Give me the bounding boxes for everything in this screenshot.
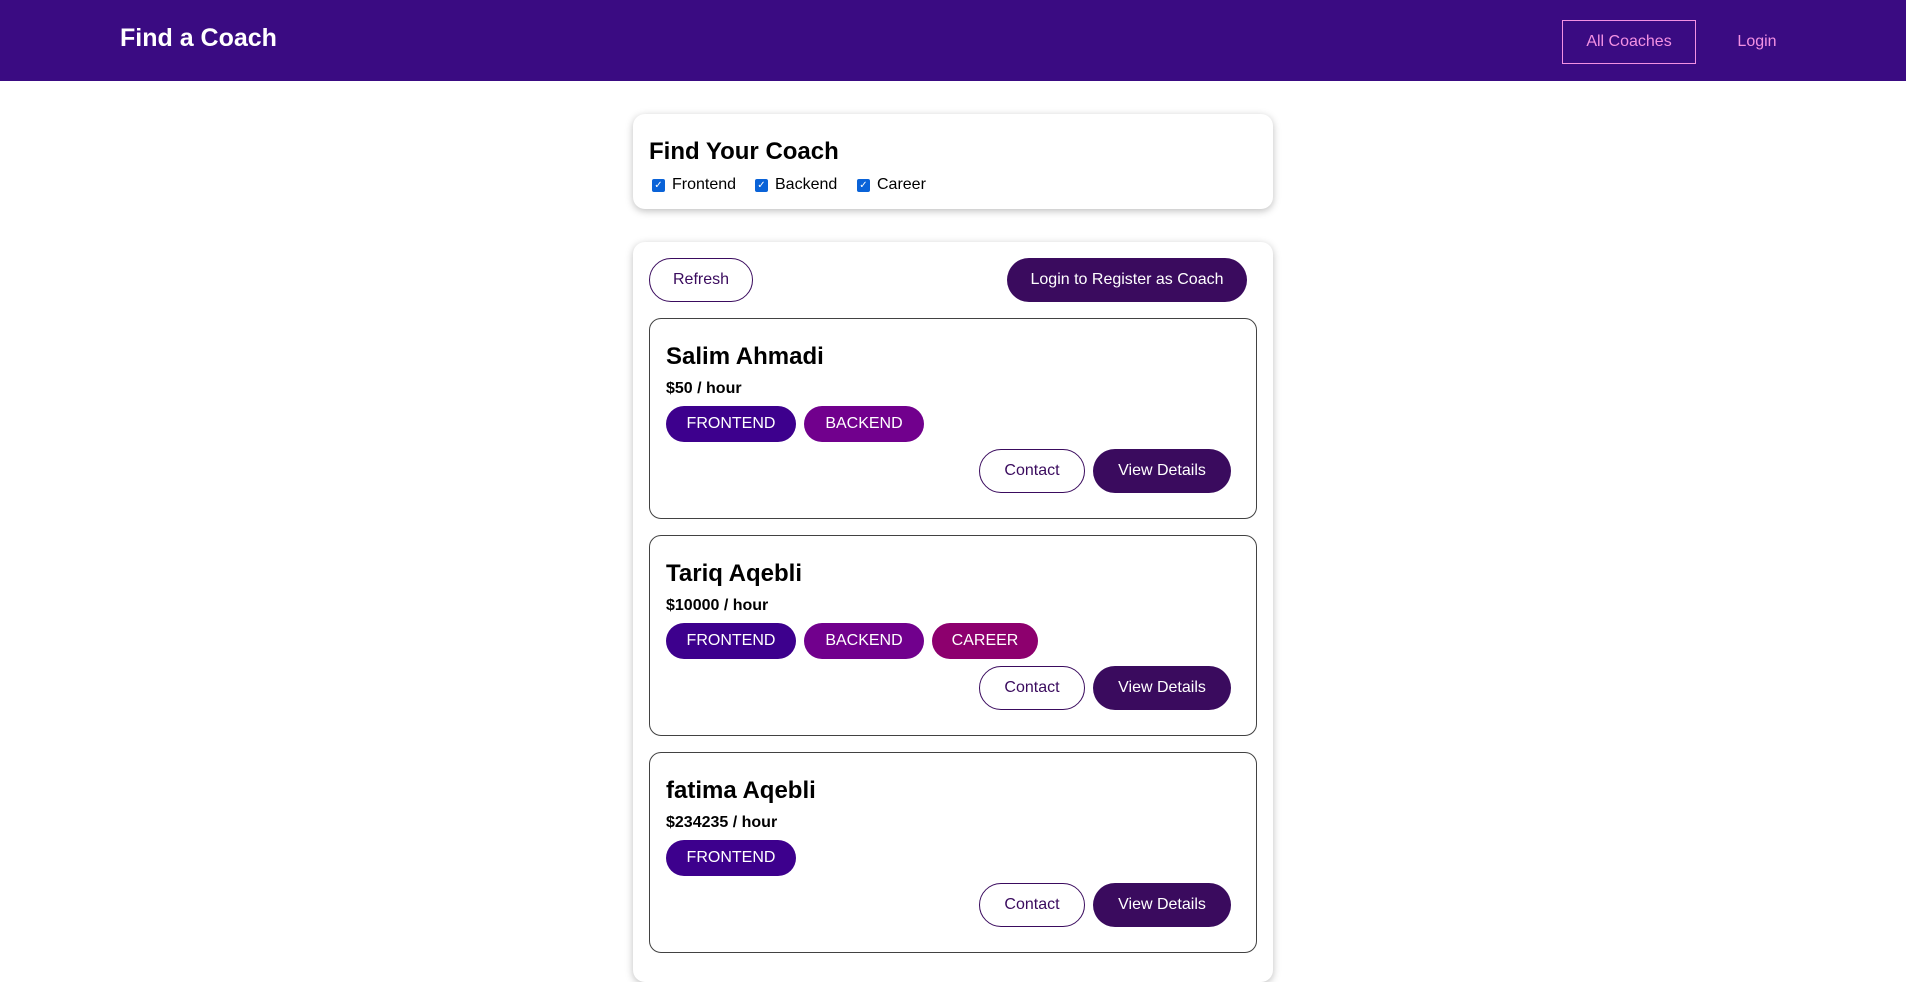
area-badge-backend: BACKEND (804, 406, 924, 442)
nav-login-link[interactable]: Login (1724, 20, 1790, 64)
register-as-coach-button[interactable]: Login to Register as Coach (1007, 258, 1247, 302)
view-details-button[interactable]: View Details (1093, 883, 1231, 927)
area-badge-frontend: FRONTEND (666, 840, 796, 876)
filter-career[interactable]: ✓ Career (857, 176, 926, 194)
area-badge-frontend: FRONTEND (666, 406, 796, 442)
coach-item: Tariq Aqebli $10000 / hour FRONTEND BACK… (649, 535, 1257, 736)
filter-card: Find Your Coach ✓ Frontend ✓ Backend ✓ C… (633, 114, 1273, 209)
filter-label: Backend (775, 176, 838, 193)
coach-rate: $234235 / hour (666, 814, 778, 831)
contact-button[interactable]: Contact (979, 666, 1085, 710)
area-badge-career: CAREER (932, 623, 1038, 659)
coach-list-card: Refresh Login to Register as Coach Salim… (633, 242, 1273, 982)
coach-item: fatima Aqebli $234235 / hour FRONTEND Co… (649, 752, 1257, 953)
checkbox-checked-icon[interactable]: ✓ (652, 178, 665, 192)
app-header: Find a Coach All Coaches Login (0, 0, 1906, 81)
contact-button[interactable]: Contact (979, 449, 1085, 493)
brand-title[interactable]: Find a Coach (120, 24, 277, 53)
view-details-button[interactable]: View Details (1093, 666, 1231, 710)
view-details-button[interactable]: View Details (1093, 449, 1231, 493)
area-badge-backend: BACKEND (804, 623, 924, 659)
coach-item: Salim Ahmadi $50 / hour FRONTEND BACKEND… (649, 318, 1257, 519)
contact-button[interactable]: Contact (979, 883, 1085, 927)
refresh-button[interactable]: Refresh (649, 258, 753, 302)
filter-backend[interactable]: ✓ Backend (755, 176, 837, 194)
filter-frontend[interactable]: ✓ Frontend (652, 176, 736, 194)
filter-label: Career (877, 176, 926, 193)
coach-name: Salim Ahmadi (666, 343, 824, 370)
coach-name: fatima Aqebli (666, 777, 816, 804)
area-badge-frontend: FRONTEND (666, 623, 796, 659)
checkbox-checked-icon[interactable]: ✓ (857, 178, 870, 192)
coach-rate: $10000 / hour (666, 597, 769, 614)
nav-all-coaches-link[interactable]: All Coaches (1562, 20, 1696, 64)
filter-title: Find Your Coach (649, 138, 839, 165)
coach-rate: $50 / hour (666, 380, 742, 397)
checkbox-checked-icon[interactable]: ✓ (755, 178, 768, 192)
filter-label: Frontend (672, 176, 737, 193)
coach-name: Tariq Aqebli (666, 560, 803, 587)
